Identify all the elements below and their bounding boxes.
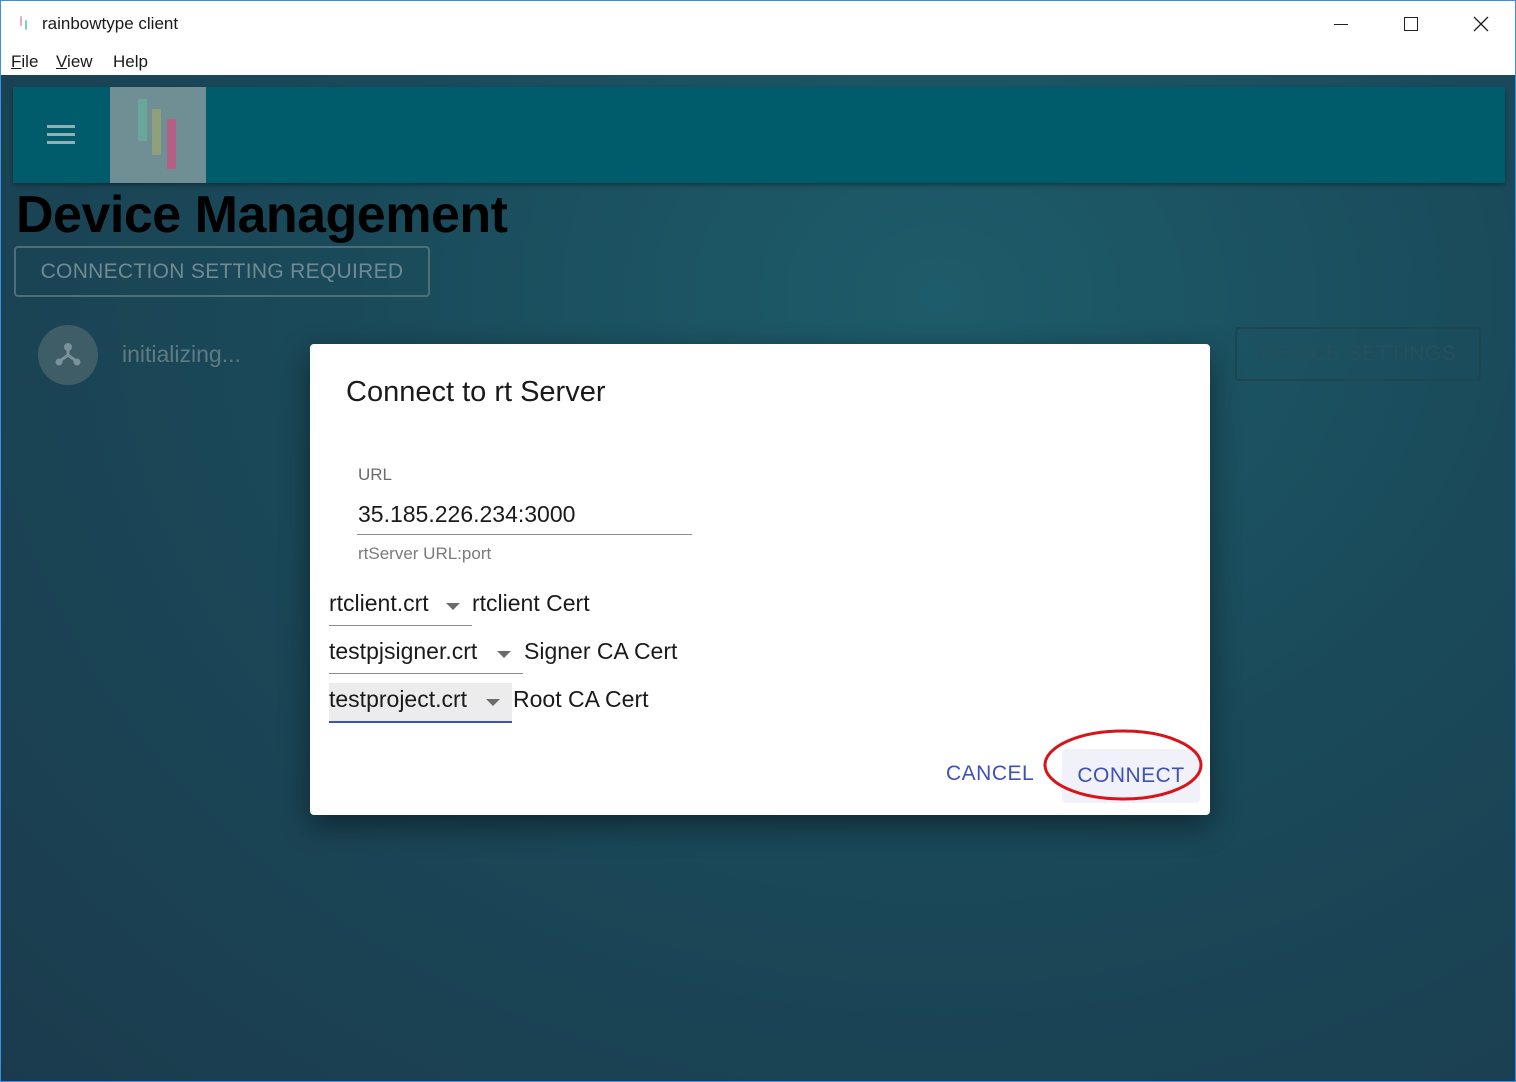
close-button[interactable] bbox=[1446, 1, 1515, 47]
signer-cert-value: testpjsigner.crt bbox=[329, 638, 478, 664]
signer-cert-label: Signer CA Cert bbox=[524, 638, 678, 664]
menu-bar: File View Help bbox=[1, 47, 1515, 75]
app-logo-icon bbox=[19, 15, 31, 31]
url-helper-text: rtServer URL:port bbox=[358, 544, 492, 563]
window-title: rainbowtype client bbox=[42, 14, 179, 33]
connect-button[interactable]: CONNECT bbox=[1062, 749, 1200, 803]
title-bar[interactable]: rainbowtype client bbox=[1, 1, 1515, 47]
close-icon bbox=[1473, 16, 1489, 32]
cancel-button[interactable]: CANCEL bbox=[946, 762, 1034, 786]
root-cert-value: testproject.crt bbox=[329, 686, 468, 712]
root-cert-select[interactable]: testproject.crt bbox=[329, 683, 512, 723]
hamburger-menu-icon[interactable] bbox=[47, 125, 75, 145]
signer-cert-select[interactable]: testpjsigner.crt bbox=[329, 635, 523, 674]
client-cert-value: rtclient.crt bbox=[329, 590, 429, 616]
maximize-button[interactable] bbox=[1376, 1, 1446, 47]
rainbowtype-logo bbox=[110, 87, 206, 183]
dropdown-arrow-icon bbox=[486, 699, 500, 706]
app-bar bbox=[13, 87, 1505, 183]
dropdown-arrow-icon bbox=[446, 603, 460, 610]
app-window: rainbowtype client File View Help Device… bbox=[0, 0, 1516, 1082]
dialog-title: Connect to rt Server bbox=[346, 376, 606, 408]
minimize-icon bbox=[1334, 23, 1348, 25]
page-title: Device Management bbox=[16, 186, 508, 244]
device-avatar bbox=[38, 325, 98, 385]
menu-view[interactable]: View bbox=[56, 52, 93, 72]
device-hub-icon bbox=[55, 343, 81, 366]
root-cert-label: Root CA Cert bbox=[513, 686, 649, 712]
menu-file[interactable]: File bbox=[11, 52, 38, 72]
client-cert-label: rtclient Cert bbox=[472, 590, 590, 616]
device-settings-button[interactable]: DEVICE SETTINGS bbox=[1235, 327, 1481, 381]
connection-setting-required-button[interactable]: CONNECTION SETTING REQUIRED bbox=[14, 246, 430, 297]
status-text: initializing... bbox=[122, 341, 241, 367]
url-input[interactable] bbox=[357, 494, 692, 535]
maximize-icon bbox=[1404, 17, 1418, 31]
minimize-button[interactable] bbox=[1306, 1, 1376, 47]
url-label: URL bbox=[358, 465, 393, 484]
connect-dialog: Connect to rt Server URL rtServer URL:po… bbox=[310, 344, 1210, 815]
menu-help[interactable]: Help bbox=[113, 52, 148, 72]
dropdown-arrow-icon bbox=[497, 651, 511, 658]
client-cert-select[interactable]: rtclient.crt bbox=[329, 587, 472, 626]
